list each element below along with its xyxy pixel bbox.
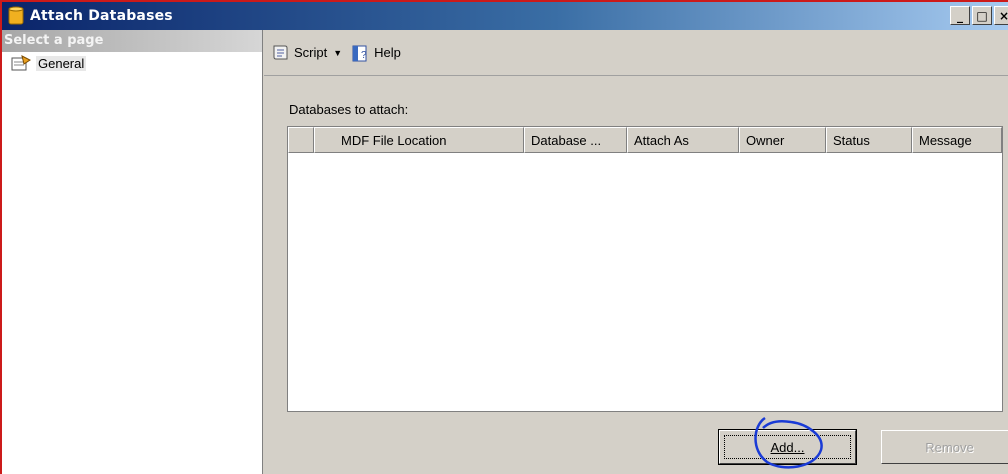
select-page-pane: Select a page General <box>2 30 263 474</box>
title-bar[interactable]: Attach Databases _ □ × <box>2 2 1008 30</box>
toolbar: Script ▼ ? Help <box>264 30 1008 76</box>
window-title: Attach Databases <box>30 8 173 24</box>
column-header-attach-as[interactable]: Attach As <box>627 127 739 153</box>
minimize-button[interactable]: _ <box>950 6 970 25</box>
column-header-owner[interactable]: Owner <box>739 127 826 153</box>
grid-buttons: Add... Remove <box>718 429 1008 465</box>
help-button[interactable]: ? Help <box>350 43 401 63</box>
add-button[interactable]: Add... <box>718 429 857 465</box>
maximize-icon: □ <box>976 8 988 23</box>
help-icon: ? <box>352 45 367 61</box>
script-button[interactable]: Script ▼ <box>270 43 342 63</box>
column-header-database-name[interactable]: Database ... <box>524 127 627 153</box>
remove-button[interactable]: Remove <box>881 430 1008 464</box>
attach-databases-window: Attach Databases _ □ × Select a page Gen… <box>0 0 1008 474</box>
script-icon <box>273 45 288 59</box>
column-header-message[interactable]: Message <box>912 127 1002 153</box>
databases-grid[interactable]: MDF File Location Database ... Attach As… <box>287 126 1003 412</box>
script-label: Script <box>294 45 328 60</box>
column-header-select[interactable] <box>288 127 314 153</box>
grid-header: MDF File Location Database ... Attach As… <box>288 127 1002 153</box>
help-label: Help <box>374 45 401 60</box>
svg-text:?: ? <box>361 50 367 61</box>
minimize-icon: _ <box>957 8 963 23</box>
column-header-status[interactable]: Status <box>826 127 912 153</box>
sidebar-item-label: General <box>36 55 87 71</box>
close-button[interactable]: × <box>994 6 1008 25</box>
column-header-mdf-file-location[interactable]: MDF File Location <box>314 127 524 153</box>
maximize-button[interactable]: □ <box>972 6 992 25</box>
sidebar-item-general[interactable]: General <box>2 53 262 73</box>
general-page-icon <box>11 55 31 71</box>
close-icon: × <box>999 10 1008 22</box>
databases-to-attach-label: Databases to attach: <box>289 102 409 117</box>
chevron-down-icon[interactable]: ▼ <box>333 48 342 58</box>
remove-button-label: Remove <box>925 439 974 455</box>
select-page-header: Select a page <box>2 30 262 52</box>
database-icon <box>8 6 24 25</box>
